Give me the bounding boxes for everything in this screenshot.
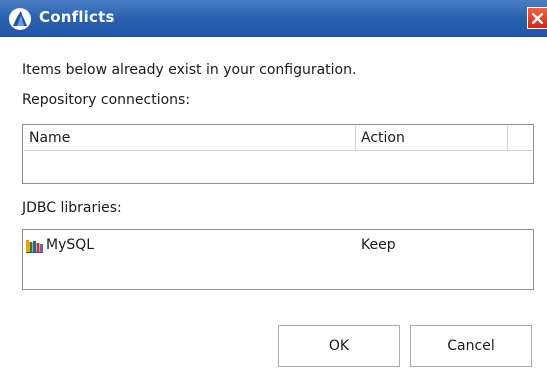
- jdbc-libraries-list[interactable]: MySQL Keep: [22, 229, 534, 290]
- ok-button[interactable]: OK: [278, 325, 400, 367]
- window-title: Conflicts: [39, 8, 115, 26]
- cancel-button[interactable]: Cancel: [410, 325, 532, 367]
- column-header-action[interactable]: Action: [356, 126, 508, 150]
- conflict-message: Items below already exist in your config…: [22, 62, 357, 78]
- list-header: Name Action: [24, 126, 532, 151]
- jdbc-libraries-label: JDBC libraries:: [22, 200, 122, 216]
- list-item[interactable]: MySQL Keep: [26, 234, 531, 256]
- column-header-name[interactable]: Name: [24, 126, 356, 150]
- close-icon: [532, 13, 543, 24]
- column-header-filler: [508, 126, 532, 150]
- repository-connections-label: Repository connections:: [22, 92, 191, 108]
- books-icon: [26, 238, 44, 253]
- app-logo-icon: [8, 7, 32, 31]
- close-button[interactable]: [527, 7, 547, 29]
- jdbc-library-action[interactable]: Keep: [361, 234, 396, 256]
- jdbc-library-name: MySQL: [46, 237, 95, 253]
- repository-connections-list[interactable]: Name Action: [22, 124, 534, 184]
- title-bar[interactable]: Conflicts: [0, 0, 547, 37]
